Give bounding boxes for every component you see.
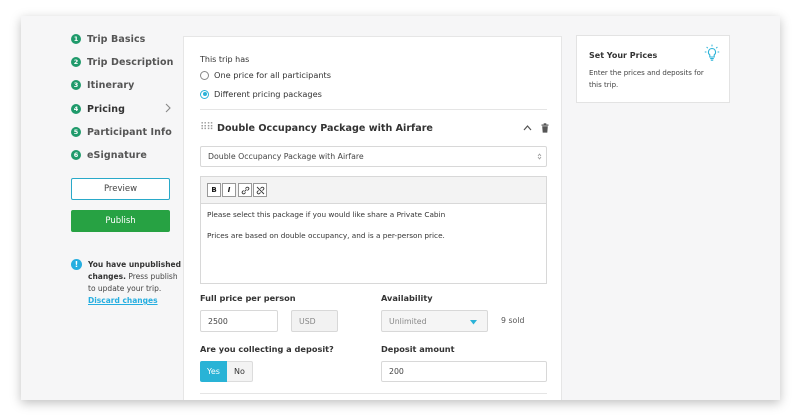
pricing-panel: This trip has One price for all particip…: [183, 36, 562, 400]
currency-value: USD: [299, 316, 316, 326]
deposit-question-label: Are you collecting a deposit?: [200, 344, 334, 354]
package-name-value: Double Occupancy Package with Airfare: [208, 152, 364, 161]
package-name-input[interactable]: Double Occupancy Package with Airfare: [200, 146, 547, 167]
caret-down-icon: [470, 320, 477, 325]
sidebar-item-pricing[interactable]: 4 Pricing: [71, 100, 173, 118]
resize-grip-icon: [537, 153, 542, 160]
sidebar-item-label: Trip Description: [87, 56, 174, 68]
link-icon: [241, 186, 249, 194]
sidebar-item-esignature[interactable]: 6 eSignature: [71, 146, 147, 164]
full-price-input[interactable]: 2500: [200, 310, 278, 332]
preview-button[interactable]: Preview: [71, 178, 170, 200]
publish-button[interactable]: Publish: [71, 210, 170, 232]
step-number-badge: 1: [71, 34, 81, 44]
deposit-yes-button[interactable]: Yes: [200, 361, 227, 382]
radio-button-selected[interactable]: [200, 89, 209, 99]
sidebar-item-participant-info[interactable]: 5 Participant Info: [71, 123, 172, 141]
sidebar-item-label: Participant Info: [87, 126, 172, 138]
sidebar-item-trip-basics[interactable]: 1 Trip Basics: [71, 30, 145, 48]
alert-icon: !: [71, 259, 82, 270]
help-card-title: Set Your Prices: [589, 51, 658, 60]
step-number-badge: 4: [71, 104, 81, 114]
sold-count: 9 sold: [501, 316, 525, 325]
deposit-no-button[interactable]: No: [227, 361, 253, 382]
availability-label: Availability: [381, 293, 433, 303]
sidebar-item-itinerary[interactable]: 3 Itinerary: [71, 76, 134, 94]
sidebar-item-label: Trip Basics: [87, 33, 146, 45]
editor-toolbar: B I: [201, 177, 546, 204]
radio-button[interactable]: [200, 70, 209, 80]
availability-value: Unlimited: [389, 316, 427, 326]
app-frame: 1 Trip Basics 2 Trip Description 3 Itine…: [21, 16, 780, 400]
editor-line-1: Please select this package if you would …: [207, 210, 446, 219]
sidebar-item-trip-description[interactable]: 2 Trip Description: [71, 53, 174, 71]
help-card: Set Your Prices Enter the prices and dep…: [576, 35, 730, 103]
sidebar-item-label: Pricing: [87, 103, 126, 115]
radio-one-price[interactable]: One price for all participants: [200, 70, 331, 80]
deposit-amount-value: 200: [389, 367, 404, 376]
divider: [200, 109, 547, 110]
radio-label: One price for all participants: [214, 70, 332, 80]
unpublished-notice: ! You have unpublished changes. Press pu…: [71, 259, 181, 307]
help-card-text: Enter the prices and deposits for this t…: [589, 69, 704, 89]
radio-label: Different pricing packages: [214, 89, 322, 99]
package-heading: Double Occupancy Package with Airfare: [217, 123, 433, 134]
chevron-right-icon: [165, 103, 171, 113]
step-number-badge: 2: [71, 57, 81, 67]
step-number-badge: 5: [71, 127, 81, 137]
divider: [200, 393, 547, 394]
trash-icon[interactable]: [541, 123, 549, 133]
sidebar-item-label: eSignature: [87, 149, 147, 161]
step-number-badge: 3: [71, 80, 81, 90]
chevron-up-icon[interactable]: [523, 125, 532, 131]
deposit-amount-input[interactable]: 200: [381, 361, 547, 382]
italic-button[interactable]: I: [222, 183, 236, 197]
step-number-badge: 6: [71, 150, 81, 160]
description-editor[interactable]: B I Please select this package if you wo…: [200, 176, 547, 284]
link-button[interactable]: [238, 183, 252, 197]
currency-field: USD: [291, 310, 338, 332]
drag-handle-icon[interactable]: ⠿⠿: [200, 122, 214, 133]
availability-select[interactable]: Unlimited: [381, 310, 488, 332]
deposit-amount-label: Deposit amount: [381, 344, 455, 354]
unlink-icon: [256, 186, 264, 194]
full-price-value: 2500: [208, 316, 228, 326]
section-title: This trip has: [200, 55, 250, 64]
radio-different-packages[interactable]: Different pricing packages: [200, 89, 322, 99]
lightbulb-icon: [704, 44, 720, 61]
editor-line-2: Prices are based on double occupancy, an…: [207, 231, 445, 240]
full-price-label: Full price per person: [200, 293, 296, 303]
unlink-button[interactable]: [253, 183, 267, 197]
bold-button[interactable]: B: [207, 183, 221, 197]
discard-changes-link[interactable]: Discard changes: [88, 296, 158, 305]
sidebar-item-label: Itinerary: [87, 79, 135, 91]
